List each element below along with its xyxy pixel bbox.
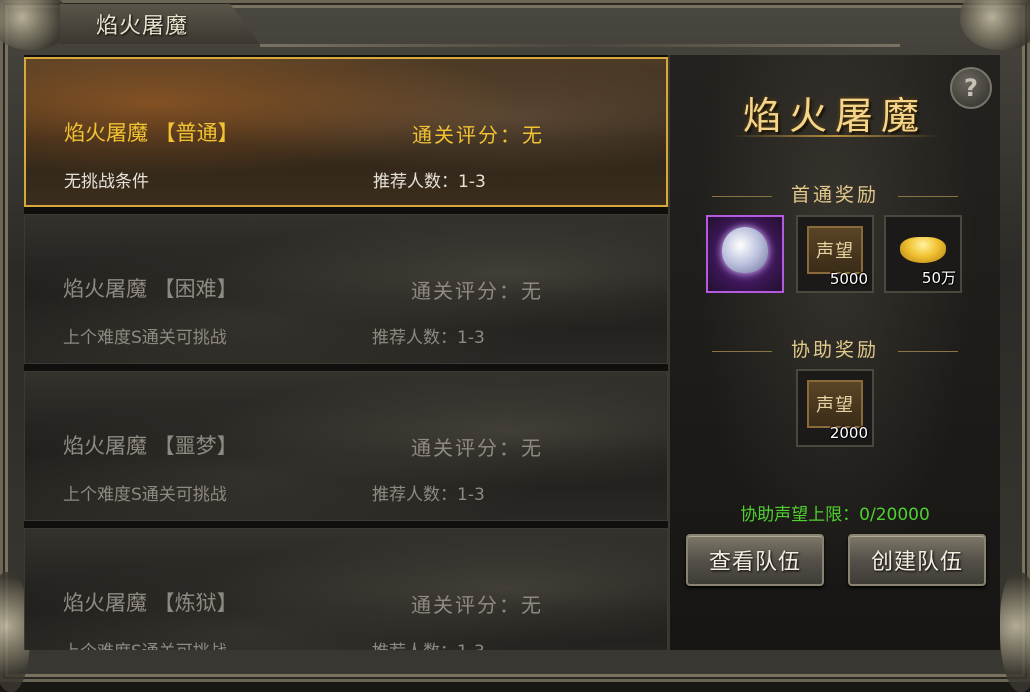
dungeon-player-count: 推荐人数：1-3 [373,167,486,192]
dungeon-player-count: 推荐人数：1-3 [372,637,485,650]
reward-quantity: 2000 [830,424,868,442]
window-title-tab: 焰火屠魔 [60,4,260,44]
dungeon-item-nightmare[interactable]: 焰火屠魔 【噩梦】 通关评分：无 上个难度S通关可挑战 推荐人数：1-3 [24,371,668,521]
dungeon-name: 焰火屠魔 【噩梦】 [63,430,238,460]
dungeon-name: 焰火屠魔 【困难】 [63,273,238,303]
detail-title-underline [730,135,940,137]
reward-quantity: 50万 [922,267,956,288]
reputation-icon: 声望 [807,226,863,274]
detail-title: 焰火屠魔 [670,85,1000,140]
first-clear-reward-label: 首通奖励 [791,184,879,206]
dungeon-item-hard[interactable]: 焰火屠魔 【困难】 通关评分：无 上个难度S通关可挑战 推荐人数：1-3 [24,214,668,364]
dungeon-item-purgatory[interactable]: 焰火屠魔 【炼狱】 通关评分：无 上个难度S通关可挑战 推荐人数：1-3 [24,528,668,650]
dungeon-name: 焰火屠魔 【炼狱】 [63,587,238,617]
dungeon-condition: 上个难度S通关可挑战 [63,637,227,650]
dungeon-score: 通关评分：无 [411,589,543,618]
dungeon-score: 通关评分：无 [411,432,543,461]
window-title: 焰火屠魔 [96,8,188,40]
title-divider [260,44,900,47]
dungeon-condition: 上个难度S通关可挑战 [63,480,227,505]
dungeon-condition: 无挑战条件 [64,167,149,192]
dungeon-score: 通关评分：无 [412,119,544,148]
dungeon-player-count: 推荐人数：1-3 [372,480,485,505]
create-team-button[interactable]: 创建队伍 [848,534,986,586]
assist-reward-slot-reputation[interactable]: 声望 2000 [796,369,874,447]
assist-reward-label: 协助奖励 [791,339,879,361]
dungeon-player-count: 推荐人数：1-3 [372,323,485,348]
first-clear-reward-header: 首通奖励 [670,180,1000,207]
reputation-icon: 声望 [807,380,863,428]
reward-slot-reputation[interactable]: 声望 5000 [796,215,874,293]
reward-slot-gold[interactable]: 50万 [884,215,962,293]
gold-ingot-icon [900,237,946,263]
dungeon-item-normal[interactable]: 焰火屠魔 【普通】 通关评分：无 无挑战条件 推荐人数：1-3 [24,57,668,207]
dungeon-condition: 上个难度S通关可挑战 [63,323,227,348]
assist-reward-header: 协助奖励 [670,335,1000,362]
reward-slot-bag[interactable] [706,215,784,293]
dungeon-list[interactable]: 焰火屠魔 【普通】 通关评分：无 无挑战条件 推荐人数：1-3 焰火屠魔 【困难… [24,55,668,650]
dungeon-detail-panel: ? 焰火屠魔 首通奖励 声望 5000 50万 协助奖励 声望 2000 协助声… [668,55,1000,650]
dungeon-score: 通关评分：无 [411,275,543,304]
view-team-button[interactable]: 查看队伍 [686,534,824,586]
bag-icon [722,227,768,273]
assist-limit-text: 协助声望上限：0/20000 [670,500,1000,525]
reward-quantity: 5000 [830,270,868,288]
dungeon-name: 焰火屠魔 【普通】 [64,117,239,147]
